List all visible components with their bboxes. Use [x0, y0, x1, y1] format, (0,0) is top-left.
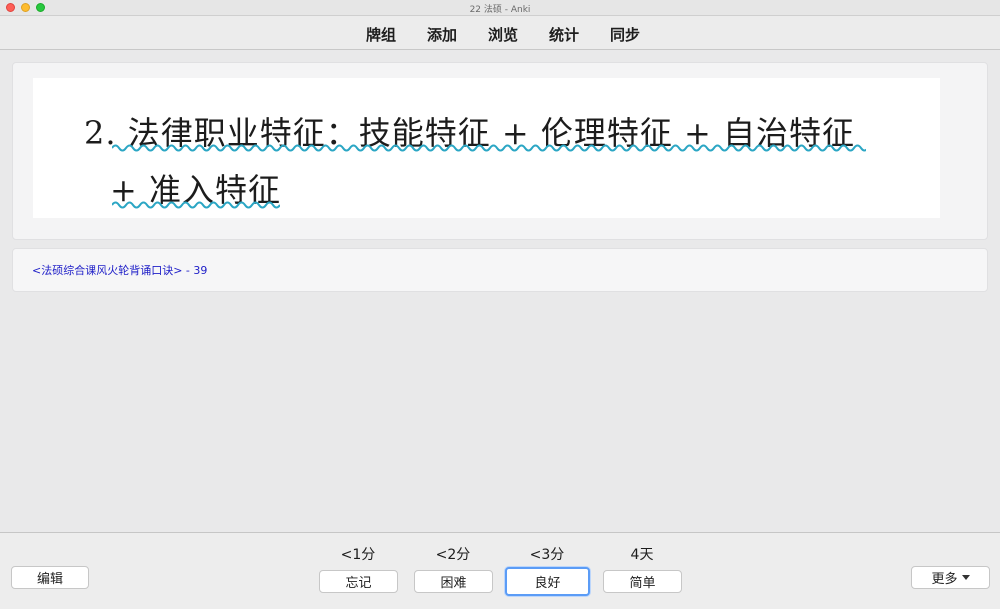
answer-bar: [0, 532, 1000, 609]
wavy-underline-2: [112, 201, 280, 209]
good-button[interactable]: 良好: [505, 567, 590, 596]
toolbar-add-link[interactable]: 添加: [427, 24, 457, 45]
hard-button-label: 困难: [440, 576, 467, 591]
interval-hard: <2分: [435, 547, 471, 563]
good-button-label: 良好: [534, 576, 561, 591]
easy-button[interactable]: 简单: [603, 570, 682, 593]
toolbar-stats-link[interactable]: 统计: [549, 24, 579, 45]
window-title: 22 法硕 - Anki: [469, 5, 531, 15]
toolbar-browse-link[interactable]: 浏览: [488, 24, 518, 45]
edit-button-label: 编辑: [36, 572, 63, 587]
source-label[interactable]: <法硕综合课风火轮背诵口诀> - 39: [32, 262, 207, 278]
more-button-label: 更多: [931, 572, 958, 587]
easy-button-label: 简单: [629, 576, 656, 591]
main-toolbar: 牌组 添加 浏览 统计 同步: [0, 16, 1000, 50]
interval-easy: 4天: [630, 547, 654, 563]
wavy-underline-1: [112, 144, 866, 152]
interval-good: <3分: [529, 547, 565, 563]
more-button[interactable]: 更多: [911, 566, 990, 589]
toolbar-sync-link[interactable]: 同步: [610, 24, 640, 45]
toolbar-decks-link[interactable]: 牌组: [366, 24, 396, 45]
again-button[interactable]: 忘记: [319, 570, 398, 593]
edit-button[interactable]: 编辑: [11, 566, 89, 589]
interval-again: <1分: [340, 547, 376, 563]
window-titlebar: 22 法硕 - Anki: [0, 0, 1000, 16]
again-button-label: 忘记: [345, 576, 372, 591]
chevron-down-icon: [961, 575, 970, 580]
hard-button[interactable]: 困难: [414, 570, 493, 593]
